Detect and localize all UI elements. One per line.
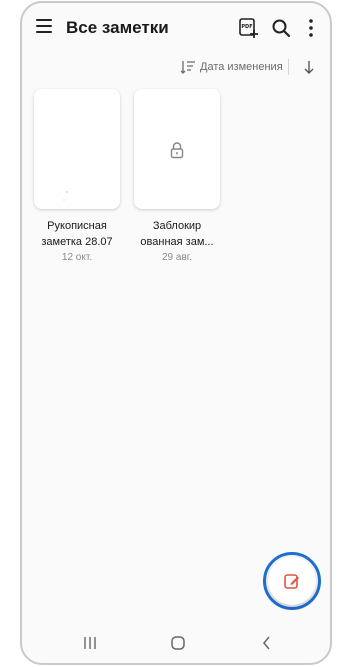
more-vertical-icon[interactable] — [300, 17, 322, 39]
compose-button[interactable] — [268, 557, 316, 605]
sort-divider — [288, 59, 289, 75]
lock-icon — [169, 141, 185, 159]
svg-text:PDF: PDF — [241, 24, 252, 30]
recents-icon[interactable] — [82, 635, 98, 651]
note-date: 12 окт. — [61, 252, 93, 263]
note-title: Заблокир ованная зам... — [140, 220, 214, 248]
note-thumbnail[interactable] — [34, 89, 120, 209]
home-icon[interactable] — [170, 635, 186, 651]
back-icon[interactable] — [259, 635, 275, 651]
pdf-add-icon[interactable]: PDF — [237, 17, 259, 39]
compose-icon — [284, 574, 299, 589]
note-item[interactable]: Рукописная заметка 28.07 12 окт. — [34, 89, 122, 263]
phone-frame: Все заметки PDF Дата изменения Рукописна… — [20, 1, 332, 665]
sort-lines-icon[interactable] — [180, 60, 196, 74]
note-item[interactable]: Заблокир ованная зам... 29 авг. — [134, 89, 222, 263]
sort-bar: Дата изменения — [22, 55, 330, 79]
note-date: 29 авг. — [162, 252, 192, 263]
page-title: Все заметки — [66, 18, 169, 37]
arrow-down-icon[interactable] — [302, 59, 316, 75]
menu-icon[interactable] — [36, 19, 52, 35]
note-thumbnail[interactable] — [134, 89, 220, 209]
sort-label[interactable]: Дата изменения — [200, 61, 283, 73]
system-navbar — [22, 623, 330, 663]
search-icon[interactable] — [270, 17, 292, 39]
note-title: Рукописная заметка 28.07 — [41, 220, 113, 248]
app-header: Все заметки PDF — [22, 3, 330, 53]
